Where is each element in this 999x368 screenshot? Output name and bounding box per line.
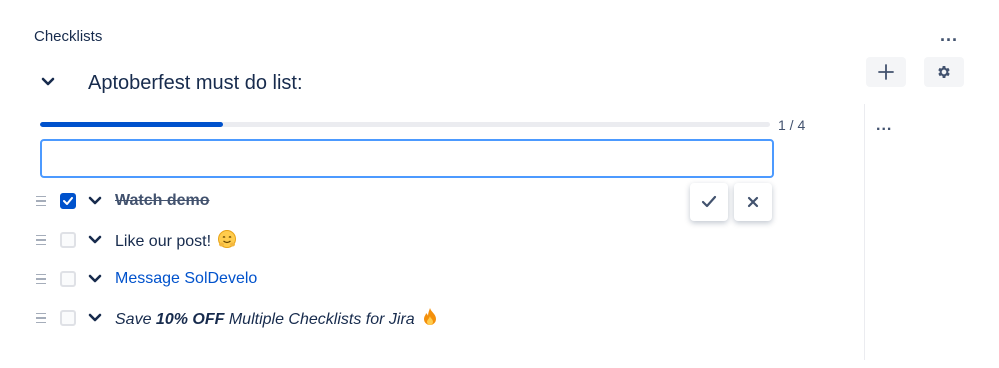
expand-item-button[interactable] xyxy=(87,310,103,326)
chevron-down-icon xyxy=(88,235,102,244)
checklist-item[interactable]: Watch demo xyxy=(36,188,676,214)
checklist-item[interactable]: Like our post! xyxy=(36,227,676,253)
expand-item-button[interactable] xyxy=(87,232,103,248)
more-options-icon[interactable]: ... xyxy=(940,26,958,44)
check-icon xyxy=(701,195,717,208)
drag-handle-icon[interactable] xyxy=(36,312,50,324)
checkmark-icon xyxy=(63,197,73,205)
chevron-down-icon xyxy=(41,77,55,86)
checklist-more-icon[interactable]: ... xyxy=(876,118,892,134)
item-checkbox[interactable] xyxy=(60,232,76,248)
plus-icon xyxy=(878,64,894,80)
hugging-face-emoji xyxy=(218,230,237,248)
add-checklist-button[interactable] xyxy=(866,57,906,87)
progress-fill xyxy=(40,122,223,127)
cancel-button[interactable] xyxy=(734,183,772,221)
item-checkbox[interactable] xyxy=(60,271,76,287)
progress-bar xyxy=(40,122,770,127)
checklist-title[interactable]: Aptoberfest must do list: xyxy=(88,72,303,95)
checklist-item[interactable]: Message SolDevelo xyxy=(36,266,676,292)
fire-emoji xyxy=(423,308,436,325)
item-link[interactable]: Message SolDevelo xyxy=(115,270,257,288)
drag-handle-icon[interactable] xyxy=(36,273,50,285)
item-label: Watch demo xyxy=(115,192,210,209)
drag-handle-icon[interactable] xyxy=(36,195,50,207)
discount-text: 10% OFF xyxy=(155,311,225,328)
item-checkbox[interactable] xyxy=(60,193,76,209)
close-icon xyxy=(747,196,759,208)
progress-count: 1 / 4 xyxy=(778,117,806,133)
expand-item-button[interactable] xyxy=(87,271,103,287)
collapse-checklist-button[interactable] xyxy=(40,74,56,90)
checklist-item[interactable]: Save 10% OFF Multiple Checklists for Jir… xyxy=(36,305,676,331)
chevron-down-icon xyxy=(88,274,102,283)
panel-title: Checklists xyxy=(34,28,103,45)
item-label: Like our post! xyxy=(115,229,237,251)
drag-handle-icon[interactable] xyxy=(36,234,50,246)
confirm-button[interactable] xyxy=(690,183,728,221)
expand-item-button[interactable] xyxy=(87,193,103,209)
gear-icon xyxy=(938,66,950,78)
item-checkbox[interactable] xyxy=(60,310,76,326)
chevron-down-icon xyxy=(88,196,102,205)
chevron-down-icon xyxy=(88,313,102,322)
new-item-input[interactable] xyxy=(40,139,774,178)
side-divider xyxy=(864,104,865,360)
item-label: Save 10% OFF Multiple Checklists for Jir… xyxy=(115,307,439,329)
settings-button[interactable] xyxy=(924,57,964,87)
